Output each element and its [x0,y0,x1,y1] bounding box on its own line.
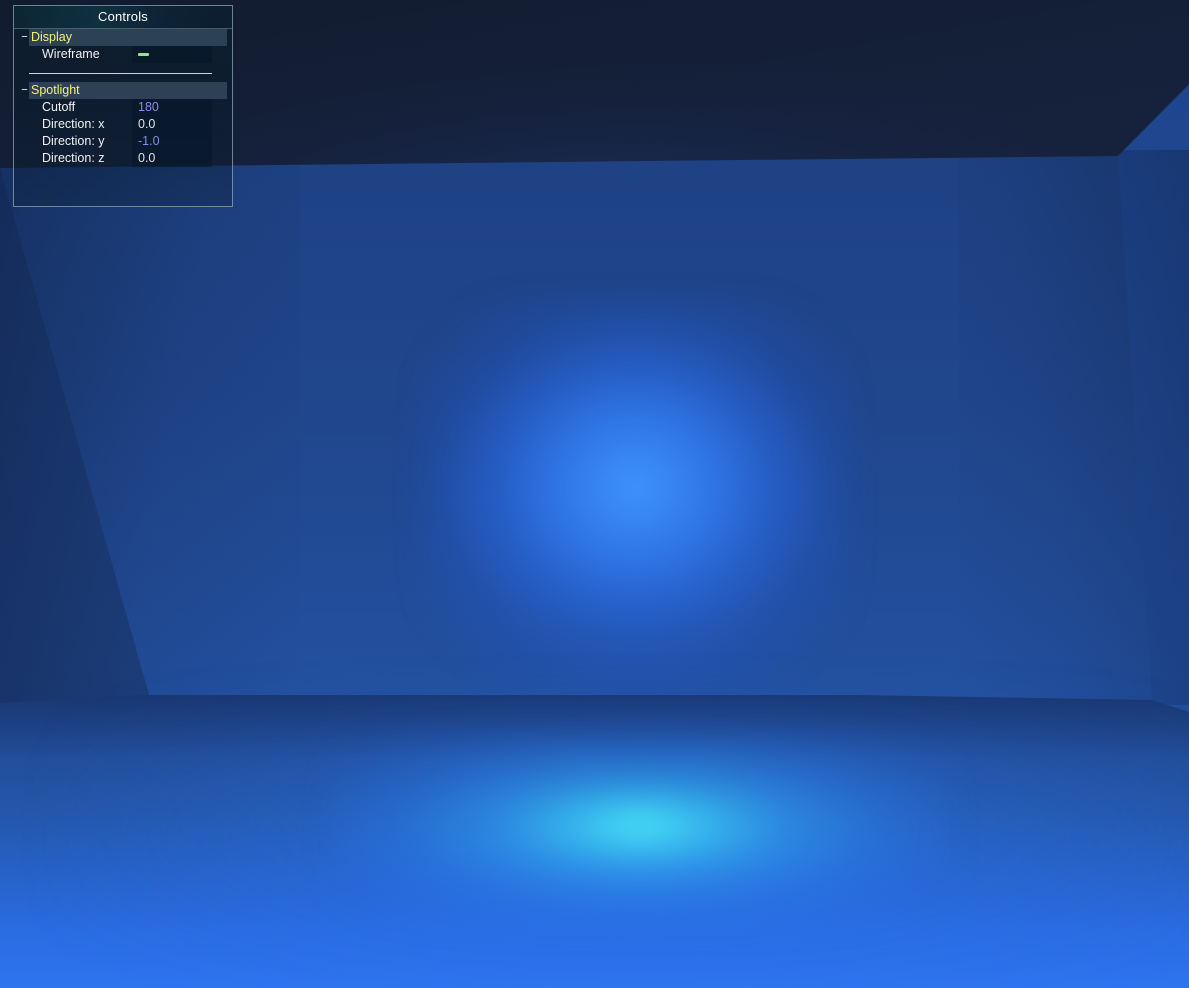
folder-label-display: Display [31,30,72,44]
control-value-direction-x[interactable]: 0.0 [132,116,212,133]
collapse-minus-icon[interactable]: − [20,82,29,99]
control-value-wireframe[interactable] [132,46,212,63]
folder-header-display[interactable]: − Display [21,29,227,46]
control-row-direction-x[interactable]: Direction: x 0.0 [14,116,232,133]
folder-display: − Display Wireframe [14,29,232,63]
control-label-direction-y: Direction: y [42,134,105,148]
control-row-cutoff[interactable]: Cutoff 180 [14,99,232,116]
collapse-minus-icon[interactable]: − [20,29,29,46]
control-value-cutoff[interactable]: 180 [132,99,212,116]
section-separator [29,73,212,74]
control-value-direction-y[interactable]: -1.0 [132,133,212,150]
control-label-direction-x: Direction: x [42,117,105,131]
folder-spotlight: − Spotlight Cutoff 180 Direction: x 0.0 Direct… [14,82,232,167]
control-value-direction-z[interactable]: 0.0 [132,150,212,167]
control-row-direction-z[interactable]: Direction: z 0.0 [14,150,232,167]
panel-title[interactable]: Controls [14,6,232,29]
control-row-direction-y[interactable]: Direction: y -1.0 [14,133,232,150]
folder-label-spotlight: Spotlight [31,83,80,97]
control-row-wireframe[interactable]: Wireframe [14,46,232,63]
controls-panel[interactable]: Controls − Display Wireframe − Spotlight Cuto… [13,5,233,207]
panel-body: − Display Wireframe − Spotlight Cutoff 180 Dire… [14,29,232,167]
checkbox-wireframe[interactable] [138,53,149,56]
control-label-wireframe: Wireframe [42,47,100,61]
control-label-cutoff: Cutoff [42,100,76,114]
folder-header-spotlight[interactable]: − Spotlight [21,82,227,99]
panel-resize-area[interactable] [14,167,232,201]
control-label-direction-z: Direction: z [42,151,105,165]
